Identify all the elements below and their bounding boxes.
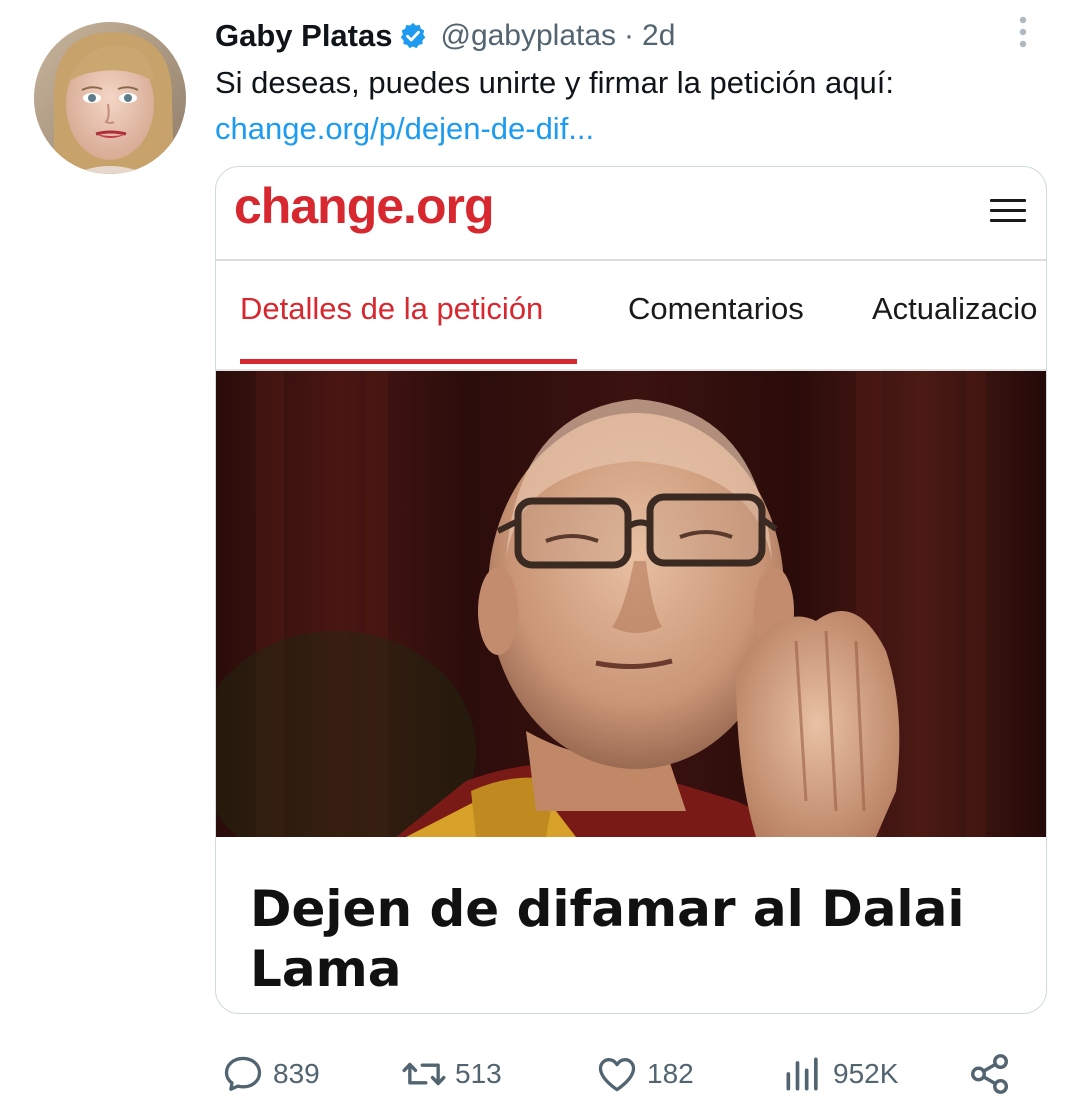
tab-updates[interactable]: Actualizacio — [872, 291, 1037, 327]
change-org-logo: change.org — [234, 178, 494, 234]
reply-button[interactable]: 839 — [221, 1048, 320, 1100]
tweet-header: Gaby Platas @gabyplatas · 2d — [215, 14, 675, 58]
tweet-text: Si deseas, puedes unirte y firmar la pet… — [215, 60, 1045, 152]
retweet-icon — [402, 1062, 446, 1086]
petition-photo — [216, 371, 1046, 871]
like-icon — [598, 1058, 636, 1092]
share-button[interactable] — [967, 1048, 1021, 1100]
reply-icon — [224, 1056, 262, 1091]
views-count: 952K — [833, 1058, 899, 1089]
verified-badge-icon[interactable] — [398, 21, 428, 51]
like-count: 182 — [647, 1058, 694, 1089]
author-handle[interactable]: @gabyplatas — [440, 19, 616, 53]
link-card[interactable]: change.org Detalles de la petición Comen… — [215, 166, 1047, 1014]
reply-count: 839 — [273, 1058, 320, 1089]
tweet-actions: 839 513 182 952K — [215, 1048, 1045, 1100]
retweet-count: 513 — [455, 1058, 502, 1089]
retweet-button[interactable]: 513 — [401, 1048, 502, 1100]
tweet-body: Si deseas, puedes unirte y firmar la pet… — [215, 65, 894, 100]
separator-dot: · — [624, 19, 635, 52]
like-button[interactable]: 182 — [595, 1048, 694, 1100]
tab-details[interactable]: Detalles de la petición — [240, 291, 543, 327]
views-button[interactable]: 952K — [781, 1048, 898, 1100]
share-icon — [971, 1054, 1009, 1094]
card-tabs: Detalles de la petición Comentarios Actu… — [216, 261, 1046, 371]
menu-icon[interactable] — [990, 199, 1026, 227]
active-tab-indicator — [240, 359, 577, 364]
tweet-time[interactable]: 2d — [642, 19, 675, 53]
tweet-link[interactable]: change.org/p/dejen-de-dif... — [215, 106, 1045, 152]
petition-title[interactable]: Dejen de difamar al Dalai Lama — [250, 879, 1010, 999]
views-icon — [786, 1057, 818, 1091]
tab-comments[interactable]: Comentarios — [628, 291, 804, 327]
author-name[interactable]: Gaby Platas — [215, 18, 392, 54]
card-header: change.org — [216, 167, 1046, 261]
more-options-icon[interactable] — [1011, 14, 1035, 54]
author-avatar[interactable] — [34, 22, 186, 174]
